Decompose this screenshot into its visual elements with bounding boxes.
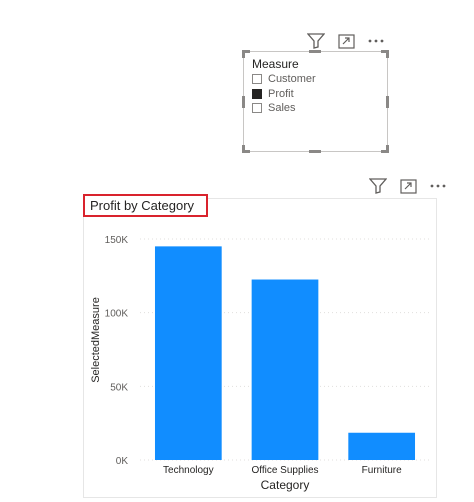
checkbox[interactable] <box>252 89 262 99</box>
resize-handle[interactable] <box>309 150 321 153</box>
slicer-title: Measure <box>252 57 299 71</box>
filter-icon[interactable] <box>306 31 326 51</box>
slicer-header-icons <box>306 31 386 51</box>
slicer-item-sales[interactable]: Sales <box>252 102 296 114</box>
slicer-item-profit[interactable]: Profit <box>252 88 294 100</box>
filter-icon[interactable] <box>368 176 388 196</box>
slicer-item-customer[interactable]: Customer <box>252 73 316 85</box>
chart-title: Profit by Category <box>83 194 208 217</box>
more-options-icon[interactable] <box>366 31 386 51</box>
focus-mode-icon[interactable] <box>336 31 356 51</box>
bar-chart-visual[interactable] <box>83 198 437 498</box>
resize-handle[interactable] <box>242 50 245 58</box>
checkbox[interactable] <box>252 74 262 84</box>
chart-header-icons <box>368 176 448 196</box>
resize-handle[interactable] <box>309 50 321 53</box>
resize-handle[interactable] <box>386 96 389 108</box>
focus-mode-icon[interactable] <box>398 176 418 196</box>
resize-handle[interactable] <box>386 145 389 153</box>
resize-handle[interactable] <box>386 50 389 58</box>
slicer-item-label: Sales <box>268 102 296 114</box>
slicer-item-label: Profit <box>268 88 294 100</box>
resize-handle[interactable] <box>242 145 245 153</box>
checkbox[interactable] <box>252 103 262 113</box>
slicer-item-label: Customer <box>268 73 316 85</box>
more-options-icon[interactable] <box>428 176 448 196</box>
resize-handle[interactable] <box>242 96 245 108</box>
measure-slicer[interactable]: Measure Customer Profit Sales <box>242 50 389 153</box>
